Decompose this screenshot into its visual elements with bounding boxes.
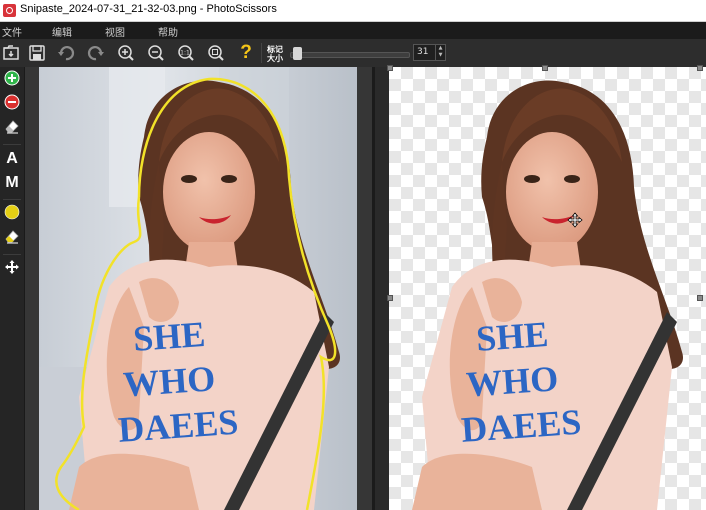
source-image-pane[interactable]: SHE WHO DAEES [25, 67, 372, 510]
resize-handle-right[interactable] [697, 295, 703, 301]
marker-size-value[interactable]: 31 [417, 47, 428, 57]
minus-icon [4, 94, 20, 114]
zoom-in-icon [117, 44, 135, 62]
tool-separator [3, 199, 21, 200]
save-icon [28, 44, 46, 62]
zoom-fit-icon [207, 44, 225, 62]
auto-mode-button[interactable]: A [1, 148, 23, 170]
marker-size-spinbox[interactable]: 31 ▲ ▼ [413, 44, 446, 61]
undo-button[interactable] [55, 42, 77, 64]
redo-icon [87, 44, 105, 62]
open-button[interactable] [0, 42, 22, 64]
manual-mode-button[interactable]: M [1, 172, 23, 194]
spin-up-icon[interactable]: ▲ [436, 45, 445, 52]
resize-handle-top-left[interactable] [387, 65, 393, 71]
shirt-text-line2: WHO [465, 358, 560, 404]
undo-icon [57, 44, 75, 62]
resize-handle-left[interactable] [387, 295, 393, 301]
plus-icon [4, 70, 20, 90]
tool-separator [3, 254, 21, 255]
eraser-button[interactable] [1, 117, 23, 139]
spin-down-icon[interactable]: ▼ [436, 52, 445, 59]
window-title: Snipaste_2024-07-31_21-32-03.png - Photo… [20, 3, 277, 15]
marker-size-slider[interactable] [290, 52, 410, 58]
move-icon [4, 259, 20, 279]
background-eraser-button[interactable] [1, 227, 23, 249]
tool-separator [3, 144, 21, 145]
help-icon: ? [240, 42, 252, 63]
title-bar: Snipaste_2024-07-31_21-32-03.png - Photo… [0, 0, 706, 22]
eraser-icon [4, 118, 20, 138]
shirt-text-line1: SHE [475, 314, 550, 359]
photoscissors-app-icon [3, 4, 16, 17]
marker-size-label: 标记 大小 [267, 45, 283, 63]
left-tool-bar: A M [0, 67, 25, 510]
shirt-text-line1: SHE [132, 314, 207, 359]
menu-bar: 文件 编辑 视图 帮助 [0, 22, 706, 39]
menu-file[interactable]: 文件 [2, 24, 22, 39]
shirt-text-line2: WHO [122, 358, 217, 404]
zoom-actual-size-button[interactable]: 1:1 [175, 42, 197, 64]
resize-handle-top-right[interactable] [697, 65, 703, 71]
foreground-marker-button[interactable] [1, 69, 23, 91]
move-button[interactable] [1, 258, 23, 280]
menu-help[interactable]: 帮助 [158, 24, 178, 39]
eraser-icon [4, 228, 20, 248]
svg-text:1:1: 1:1 [180, 50, 190, 57]
manual-mode-label: M [5, 174, 19, 191]
color-fill-button[interactable] [1, 203, 23, 225]
shirt-text-line3: DAEES [117, 402, 240, 450]
menu-edit[interactable]: 编辑 [52, 24, 72, 39]
spin-arrows[interactable]: ▲ ▼ [435, 45, 445, 60]
result-image-pane[interactable]: SHE WHO DAEES [375, 65, 706, 510]
help-button[interactable]: ? [235, 42, 257, 64]
marker-size-slider-thumb[interactable] [293, 47, 302, 60]
resize-handle-top[interactable] [542, 65, 548, 71]
shirt-text-line3: DAEES [460, 402, 583, 450]
open-icon [2, 44, 20, 62]
toolbar-separator [261, 43, 262, 63]
zoom-fit-button[interactable] [205, 42, 227, 64]
background-marker-button[interactable] [1, 93, 23, 115]
zoom-out-icon [147, 44, 165, 62]
source-photo[interactable]: SHE WHO DAEES [39, 67, 357, 510]
yellow-circle-icon [4, 204, 20, 224]
menu-view[interactable]: 视图 [105, 24, 125, 39]
zoom-actual-icon: 1:1 [177, 44, 195, 62]
save-button[interactable] [26, 42, 48, 64]
result-photo[interactable]: SHE WHO DAEES [389, 67, 706, 510]
redo-button[interactable] [85, 42, 107, 64]
zoom-out-button[interactable] [145, 42, 167, 64]
auto-mode-label: A [6, 150, 18, 167]
zoom-in-button[interactable] [115, 42, 137, 64]
